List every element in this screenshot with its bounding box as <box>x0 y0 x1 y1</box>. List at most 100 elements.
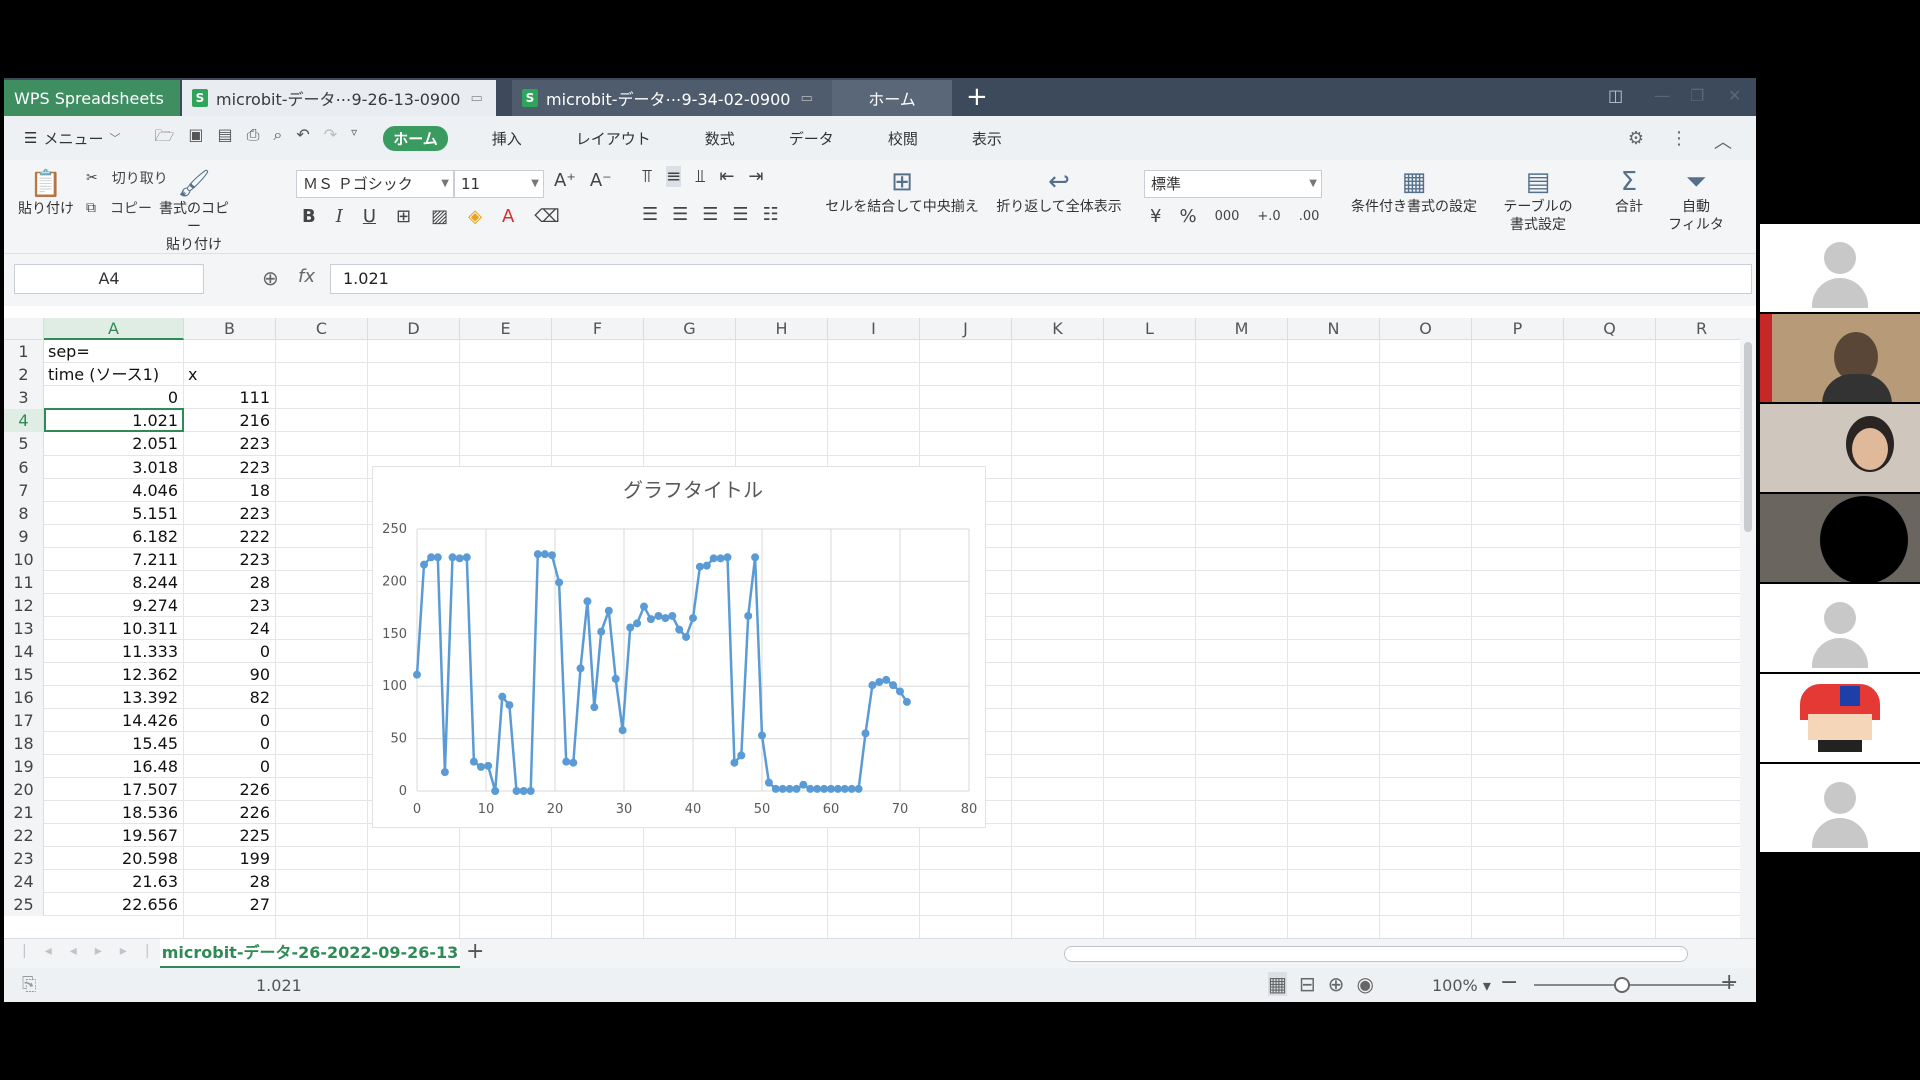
cell-b[interactable]: 18 <box>188 479 270 502</box>
row-header[interactable]: 20 <box>4 778 44 801</box>
percent-icon[interactable]: % <box>1179 206 1196 227</box>
data-point[interactable] <box>448 553 457 562</box>
zoom-in-icon[interactable]: + <box>1720 970 1738 995</box>
row-header[interactable]: 18 <box>4 732 44 755</box>
row-header[interactable]: 9 <box>4 525 44 548</box>
minimize-icon[interactable]: — <box>1654 86 1670 105</box>
row-header[interactable]: 14 <box>4 640 44 663</box>
cell-a[interactable]: 22.656 <box>48 893 178 916</box>
align-right-icon[interactable]: ☰ <box>702 204 718 225</box>
cell-a[interactable]: 5.151 <box>48 502 178 525</box>
column-header-j[interactable]: J <box>920 318 1012 340</box>
data-point[interactable] <box>533 550 542 559</box>
copy-button[interactable]: ⧉ コピー <box>86 198 152 218</box>
cell-a[interactable]: 10.311 <box>48 617 178 640</box>
ribbon-tab[interactable]: 表示 <box>962 126 1012 151</box>
cell-a[interactable]: 21.63 <box>48 870 178 893</box>
zoom-formula-icon[interactable]: ⊕ <box>262 266 279 290</box>
collapse-ribbon-icon[interactable]: ︿ <box>1714 128 1732 154</box>
vertical-scrollbar[interactable] <box>1740 318 1756 938</box>
cell-b[interactable]: 199 <box>188 847 270 870</box>
column-header-i[interactable]: I <box>828 318 920 340</box>
data-point[interactable] <box>519 787 528 795</box>
row-header[interactable]: 19 <box>4 755 44 778</box>
cell-b[interactable]: x <box>188 363 270 386</box>
data-point[interactable] <box>827 784 835 793</box>
row-header[interactable]: 23 <box>4 847 44 870</box>
row-header[interactable]: 21 <box>4 801 44 824</box>
currency-icon[interactable]: ¥ <box>1150 206 1161 227</box>
data-point[interactable] <box>695 562 704 571</box>
data-point[interactable] <box>576 664 585 673</box>
data-point[interactable] <box>491 787 500 795</box>
indent-increase-icon[interactable]: ⇥ <box>748 166 763 187</box>
wps-home-tab[interactable]: WPS Spreadsheets <box>4 80 180 116</box>
data-point[interactable] <box>583 597 592 606</box>
document-tab-active[interactable]: S microbit-データ⋯9-26-13-0900 ▭ ✕ <box>182 80 496 116</box>
line-chart[interactable]: グラフタイトル 0 50 100 150 200 250 0 10 20 30 40 50 60 70 80 <box>372 466 986 828</box>
data-point[interactable] <box>868 681 877 690</box>
cell-b[interactable]: 111 <box>188 386 270 409</box>
data-point[interactable] <box>799 780 808 789</box>
column-header-b[interactable]: B <box>184 318 276 340</box>
eraser-icon[interactable]: ⌫ <box>534 206 559 227</box>
data-point[interactable] <box>569 758 578 767</box>
ribbon-tab[interactable]: データ <box>779 126 844 151</box>
chart-title[interactable]: グラフタイトル <box>623 478 763 502</box>
cell-b[interactable]: 90 <box>188 663 270 686</box>
cell-a[interactable]: 12.362 <box>48 663 178 686</box>
new-tab-icon[interactable]: + <box>966 82 988 112</box>
data-point[interactable] <box>626 623 635 632</box>
wrap-text-button[interactable]: ↩ 折り返して全体表示 <box>994 166 1124 216</box>
data-point[interactable] <box>604 606 613 615</box>
align-center-icon[interactable]: ☰ <box>672 204 688 225</box>
font-color-icon[interactable]: A <box>502 206 514 227</box>
cell-b[interactable]: 223 <box>188 456 270 479</box>
zoom-slider[interactable] <box>1534 984 1734 986</box>
data-point[interactable] <box>889 681 898 690</box>
sheet-nav-arrows[interactable]: |◂◂▸▸| <box>22 943 168 959</box>
align-top-icon[interactable]: ⫪ <box>642 166 652 187</box>
data-point[interactable] <box>875 678 884 687</box>
data-point[interactable] <box>702 561 711 570</box>
number-format-select[interactable]: 標準 ▼ <box>1144 170 1322 198</box>
row-header[interactable]: 25 <box>4 893 44 916</box>
cell-a[interactable]: 17.507 <box>48 778 178 801</box>
formula-input[interactable]: 1.021 <box>330 264 1752 294</box>
align-bottom-icon[interactable]: ⫫ <box>695 166 705 187</box>
cell-a[interactable]: 0 <box>48 386 178 409</box>
data-point[interactable] <box>668 611 677 620</box>
customize-icon[interactable]: ▿ <box>351 125 357 152</box>
cell-a[interactable]: 3.018 <box>48 456 178 479</box>
row-header[interactable]: 6 <box>4 456 44 479</box>
zoom-level[interactable]: 100% ▾ <box>1432 976 1491 995</box>
data-point[interactable] <box>785 784 794 793</box>
row-header[interactable]: 1 <box>4 340 44 363</box>
column-header-m[interactable]: M <box>1196 318 1288 340</box>
row-header[interactable]: 10 <box>4 548 44 571</box>
redo-icon[interactable]: ↷ <box>324 125 337 152</box>
data-point[interactable] <box>737 751 746 760</box>
data-point[interactable] <box>505 701 514 710</box>
column-header-q[interactable]: Q <box>1564 318 1656 340</box>
decrease-decimal-icon[interactable]: .00 <box>1299 209 1320 224</box>
cell-b[interactable]: 0 <box>188 640 270 663</box>
data-point[interactable] <box>555 578 564 587</box>
bold-icon[interactable]: B <box>302 206 316 227</box>
row-header[interactable]: 2 <box>4 363 44 386</box>
cell-a[interactable]: sep= <box>48 340 178 363</box>
align-middle-icon[interactable]: ≡ <box>666 166 682 187</box>
cell-b[interactable]: 28 <box>188 870 270 893</box>
cell-b[interactable]: 28 <box>188 571 270 594</box>
settings-gear-icon[interactable]: ⚙ <box>1628 128 1644 154</box>
border-icon[interactable]: ⊞ <box>396 206 411 227</box>
cell-b[interactable]: 216 <box>188 409 270 432</box>
cell-grid[interactable]: A B C D E F G H I J K L M N O P Q R 1 sep= 2 time (ソース1) x 3 0 11… <box>4 318 1740 938</box>
align-left-icon[interactable]: ☰ <box>642 204 658 225</box>
series-line[interactable] <box>415 552 908 793</box>
data-point[interactable] <box>689 614 697 623</box>
data-point[interactable] <box>675 625 684 634</box>
macro-icon[interactable]: ⎘ <box>22 974 36 995</box>
column-header-r[interactable]: R <box>1656 318 1740 340</box>
data-point[interactable] <box>861 729 870 738</box>
